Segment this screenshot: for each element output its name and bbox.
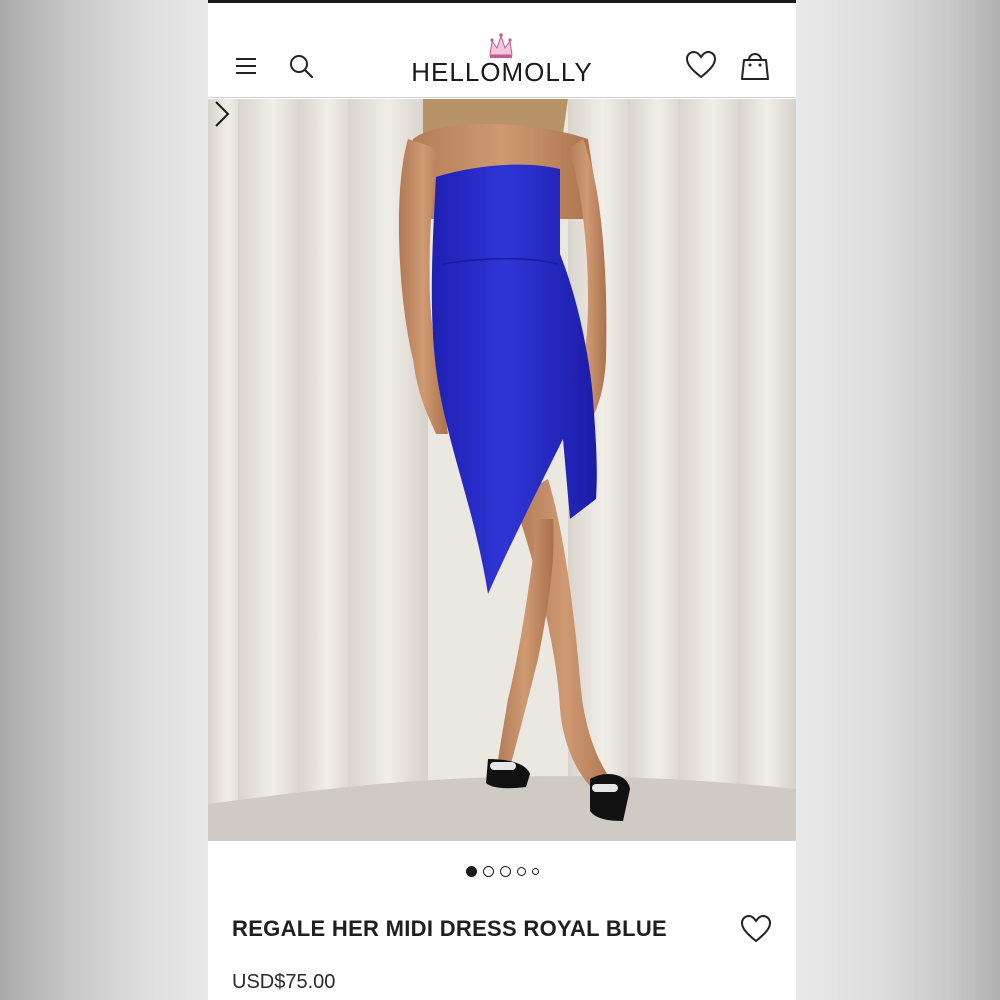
brand-name: HELLOMOLLY: [411, 57, 593, 87]
chevron-right-icon[interactable]: [208, 99, 234, 129]
search-icon[interactable]: [288, 53, 314, 79]
gallery-dot-3[interactable]: [499, 865, 511, 877]
product-image-gallery[interactable]: [208, 99, 796, 841]
site-header: HELLOMOLLY: [208, 3, 796, 98]
shopping-bag-icon[interactable]: [739, 48, 771, 82]
gallery-pagination: [208, 864, 796, 878]
gallery-dot-2[interactable]: [482, 865, 494, 877]
background-right: [796, 0, 1000, 1000]
phone-screen: HELLOMOLLY REGALE HER MIDI DRESS ROYAL B…: [208, 0, 796, 1000]
brand-logo[interactable]: HELLOMOLLY: [398, 31, 606, 87]
hamburger-menu-icon[interactable]: [234, 55, 258, 77]
gallery-dot-4[interactable]: [516, 866, 526, 876]
gallery-dot-1[interactable]: [465, 865, 477, 877]
product-photo: [208, 99, 796, 841]
heart-icon[interactable]: [685, 50, 717, 80]
add-to-wishlist-heart-icon[interactable]: [740, 914, 772, 944]
product-price: USD$75.00: [232, 971, 336, 993]
product-title: REGALE HER MIDI DRESS ROYAL BLUE: [232, 916, 667, 941]
gallery-dot-5[interactable]: [531, 867, 539, 875]
background-left: [0, 0, 208, 1000]
